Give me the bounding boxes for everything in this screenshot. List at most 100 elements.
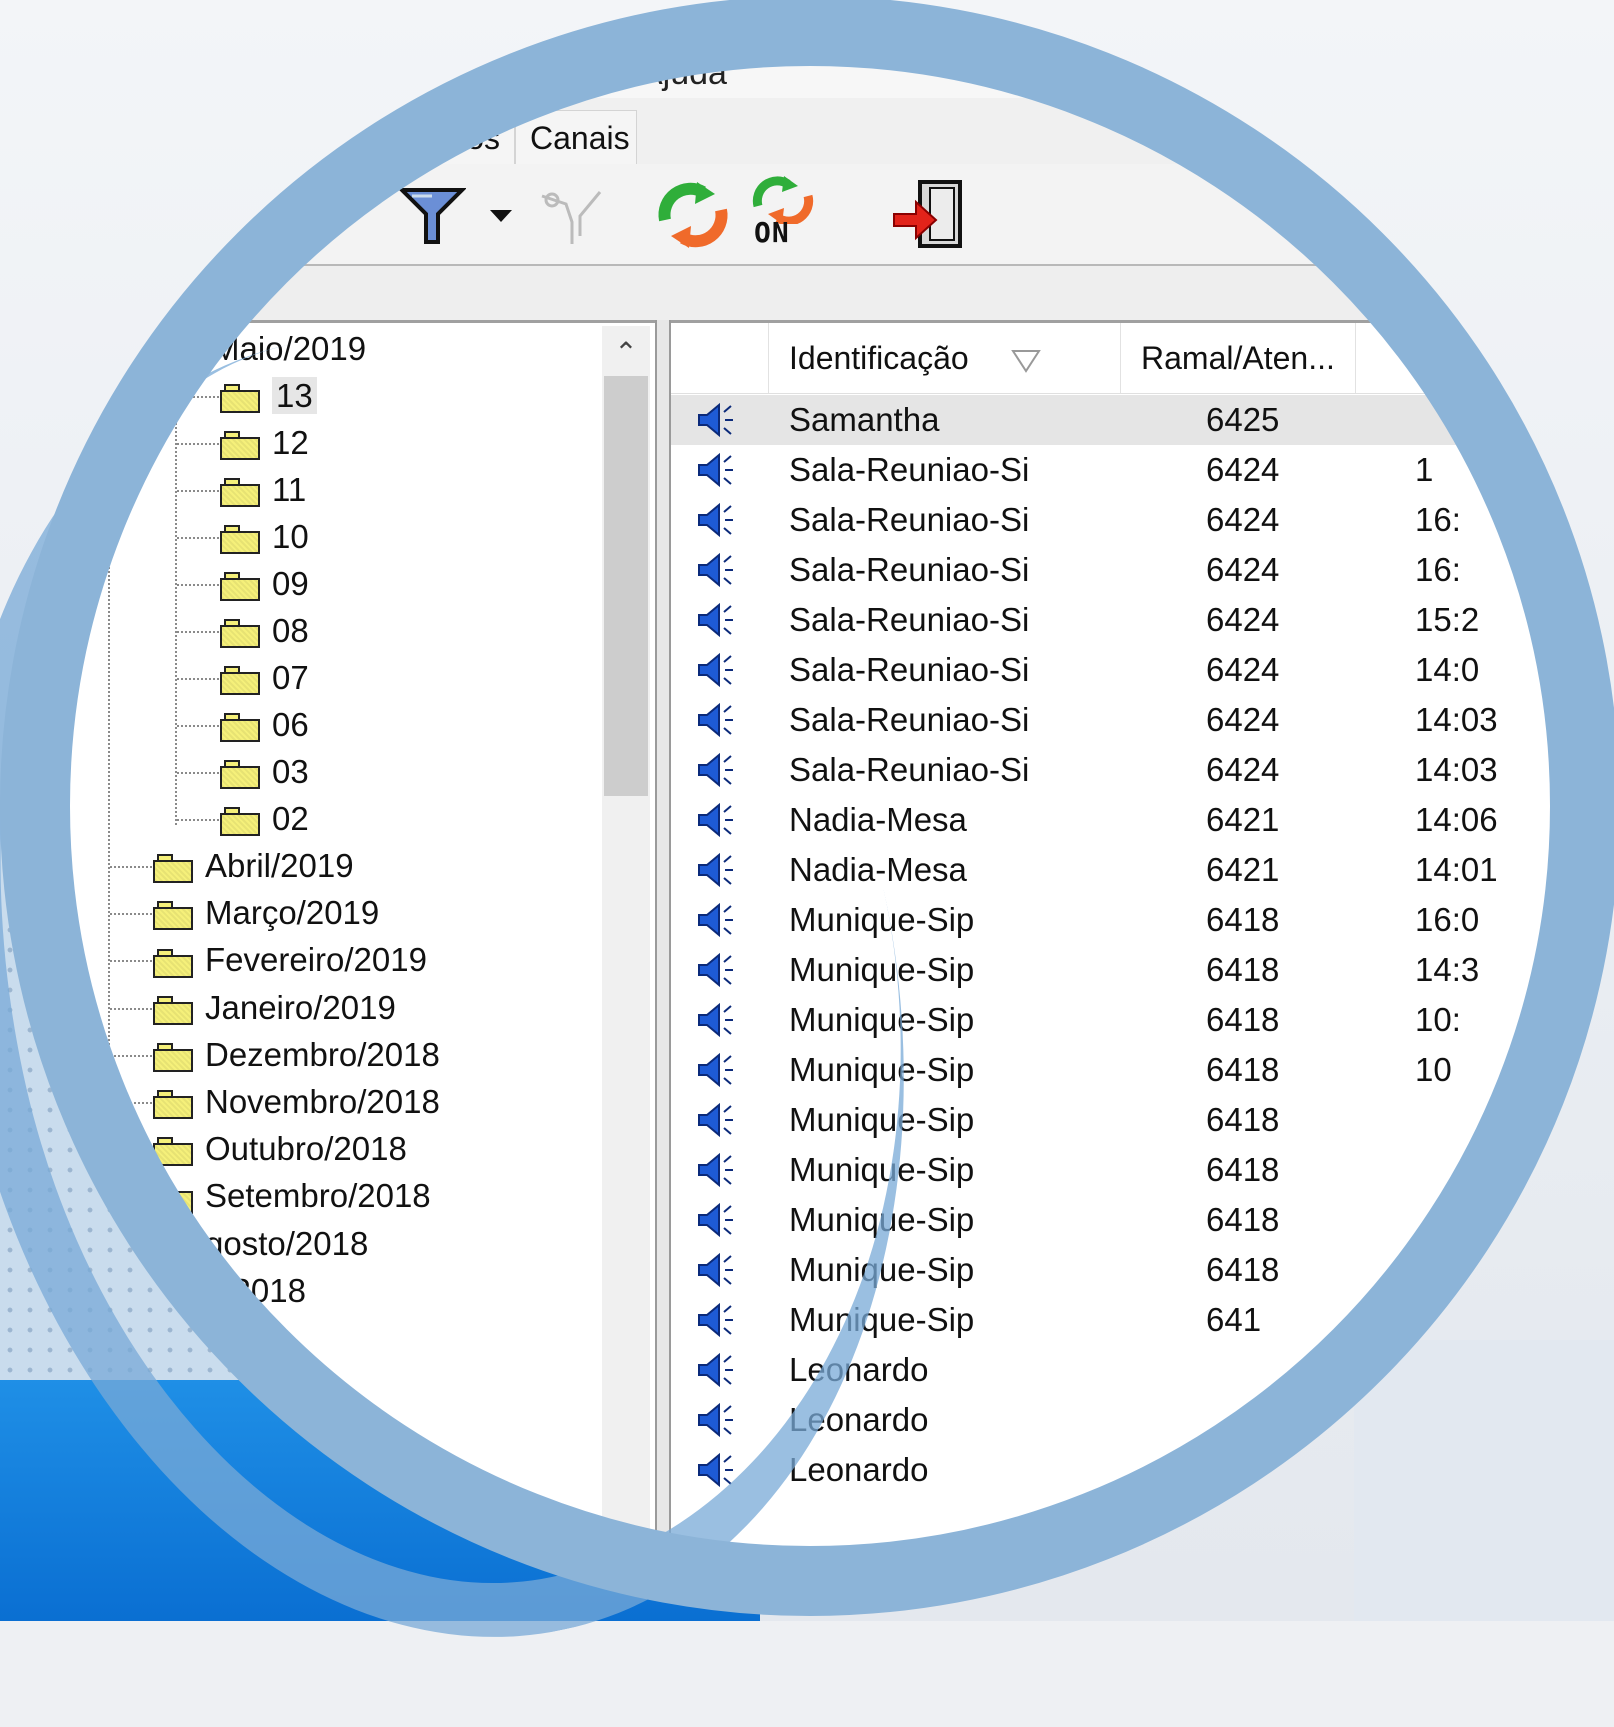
cell-identificacao: Munique-Sip bbox=[789, 951, 975, 988]
table-row[interactable]: Munique-Sip 6418 bbox=[671, 1245, 1562, 1295]
tree-day[interactable]: 02 bbox=[220, 796, 309, 842]
table-row[interactable]: Munique-Sip 6418 bbox=[671, 1095, 1562, 1145]
panel-splitter[interactable] bbox=[655, 320, 671, 1558]
cell-identificacao: Nadia-Mesa bbox=[789, 851, 967, 888]
table-row[interactable]: Sala-Reuniao-Si 6424 14:03 bbox=[671, 695, 1562, 745]
cell-identificacao: Munique-Sip bbox=[789, 901, 975, 938]
speaker-icon bbox=[698, 402, 733, 438]
table-row[interactable]: Sala-Reuniao-Si 6424 16: bbox=[671, 495, 1562, 545]
tree-day-label: 10 bbox=[272, 518, 309, 555]
filter-dropdown-icon[interactable] bbox=[488, 208, 514, 224]
tree-month[interactable]: gosto/2018 bbox=[153, 1221, 368, 1267]
exit-icon[interactable] bbox=[892, 178, 966, 250]
table-row[interactable]: Munique-Sip 6418 bbox=[671, 1195, 1562, 1245]
cell-identificacao: Sala-Reuniao-Si bbox=[789, 701, 1030, 738]
tree-month[interactable]: o/2018 bbox=[153, 1268, 306, 1314]
scroll-thumb[interactable] bbox=[604, 376, 648, 796]
tree-connector bbox=[110, 960, 152, 963]
address-strip bbox=[62, 266, 1562, 320]
table-row[interactable]: Munique-Sip 6418 14:3 bbox=[671, 945, 1562, 995]
table-row[interactable]: Sala-Reuniao-Si 6424 14:03 bbox=[671, 745, 1562, 795]
refresh-icon[interactable] bbox=[655, 180, 731, 250]
tab-canais[interactable]: Canais bbox=[515, 110, 637, 164]
folder-icon bbox=[153, 995, 193, 1025]
menu-help[interactable]: Ajuda bbox=[640, 58, 727, 93]
cell-time: 14:03 bbox=[1415, 701, 1498, 738]
table-row[interactable]: Munique-Sip 641 bbox=[671, 1295, 1562, 1345]
scroll-up-icon[interactable]: ⌃ bbox=[602, 336, 650, 376]
table-row[interactable]: Sala-Reuniao-Si 6424 1 bbox=[671, 445, 1562, 495]
table-row[interactable]: Munique-Sip 6418 bbox=[671, 1145, 1562, 1195]
tree-month[interactable]: Dezembro/2018 bbox=[153, 1032, 440, 1078]
table-row[interactable]: Nadia-Mesa 6421 14:06 bbox=[671, 795, 1562, 845]
tree-month[interactable]: Novembro/2018 bbox=[153, 1079, 440, 1125]
speaker-icon bbox=[698, 1252, 733, 1288]
cell-identificacao: Munique-Sip bbox=[789, 1051, 975, 1088]
speaker-icon bbox=[698, 802, 733, 838]
table-row[interactable]: Sala-Reuniao-Si 6424 15:2 bbox=[671, 595, 1562, 645]
column-icon[interactable] bbox=[671, 323, 769, 393]
tree-day[interactable]: 10 bbox=[220, 514, 309, 560]
tree-month[interactable]: Fevereiro/2019 bbox=[153, 937, 427, 983]
folder-icon bbox=[153, 1136, 193, 1167]
tree-day[interactable]: 12 bbox=[220, 420, 309, 466]
tree-connector bbox=[177, 725, 219, 727]
clear-filter-icon[interactable] bbox=[536, 186, 606, 250]
tree-month[interactable]: Abril/2019 bbox=[153, 843, 354, 889]
column-ramal[interactable]: Ramal/Aten... bbox=[1121, 323, 1356, 393]
cell-time: 14:3 bbox=[1415, 951, 1480, 988]
column-identificacao[interactable]: Identificação bbox=[769, 323, 1121, 393]
tree-day[interactable]: 06 bbox=[220, 702, 309, 748]
tree-day[interactable]: 08 bbox=[220, 608, 309, 654]
folder-icon bbox=[220, 571, 260, 602]
folder-icon bbox=[153, 1278, 193, 1309]
table-row[interactable]: Leonardo bbox=[671, 1345, 1562, 1395]
tree-day-label: 06 bbox=[272, 706, 309, 743]
cell-identificacao: Nadia-Mesa bbox=[789, 801, 967, 838]
tree-month[interactable]: Março/2019 bbox=[153, 890, 379, 936]
speaker-icon bbox=[698, 1002, 733, 1038]
speaker-icon bbox=[698, 1452, 733, 1488]
table-row[interactable]: Leonardo bbox=[671, 1395, 1562, 1445]
cell-ramal: 6424 bbox=[1206, 451, 1280, 488]
cell-time: 10 bbox=[1415, 1051, 1452, 1088]
tree-day[interactable]: 07 bbox=[220, 655, 309, 701]
tree-day[interactable]: 13 bbox=[220, 373, 317, 419]
tree-day[interactable]: 09 bbox=[220, 561, 309, 607]
tree-month[interactable]: Janeiro/2019 bbox=[153, 985, 396, 1031]
tree-month[interactable]: Setembro/2018 bbox=[153, 1173, 431, 1219]
tree-day-label: 08 bbox=[272, 612, 309, 649]
table-row[interactable]: Leonardo bbox=[671, 1445, 1562, 1495]
tree-connector bbox=[110, 866, 152, 868]
auto-refresh-on-button[interactable]: ON bbox=[750, 176, 820, 260]
tree-month[interactable]: Maio/2019 bbox=[212, 326, 366, 372]
cell-ramal: 6421 bbox=[1206, 851, 1280, 888]
cell-ramal: 6418 bbox=[1206, 1001, 1280, 1038]
tab-registros[interactable]: ros bbox=[420, 110, 515, 164]
tree-day[interactable]: 03 bbox=[220, 749, 309, 795]
tree-scrollbar[interactable]: ⌃ bbox=[602, 326, 650, 1558]
tree-connector bbox=[110, 1102, 152, 1104]
table-row[interactable]: Munique-Sip 6418 10 bbox=[671, 1045, 1562, 1095]
folder-icon bbox=[153, 1089, 193, 1120]
table-row[interactable]: Munique-Sip 6418 10: bbox=[671, 995, 1562, 1045]
tree-month-label: o/2018 bbox=[205, 1271, 306, 1309]
tree-connector bbox=[110, 1243, 152, 1246]
tree-month[interactable]: /2018 bbox=[153, 1315, 288, 1361]
table-row[interactable]: Samantha 6425 bbox=[671, 395, 1562, 445]
speaker-icon bbox=[698, 1402, 733, 1438]
folder-icon bbox=[220, 759, 260, 790]
magnifier-lens: Ajuda ros Canais ON Maio/2019 13 12 11 1… bbox=[62, 58, 1562, 1558]
cell-ramal: 6421 bbox=[1206, 801, 1280, 838]
table-row[interactable]: Munique-Sip 6418 16:0 bbox=[671, 895, 1562, 945]
tree-day[interactable]: 11 bbox=[220, 467, 306, 513]
cell-ramal: 6424 bbox=[1206, 501, 1280, 538]
cell-time: 10: bbox=[1415, 1001, 1461, 1038]
column-identificacao-label: Identificação bbox=[789, 340, 969, 376]
table-row[interactable]: Sala-Reuniao-Si 6424 14:0 bbox=[671, 645, 1562, 695]
table-row[interactable]: Nadia-Mesa 6421 14:01 bbox=[671, 845, 1562, 895]
cell-identificacao: Munique-Sip bbox=[789, 1151, 975, 1188]
tree-month[interactable]: Outubro/2018 bbox=[153, 1126, 407, 1172]
filter-icon[interactable] bbox=[398, 184, 466, 246]
table-row[interactable]: Sala-Reuniao-Si 6424 16: bbox=[671, 545, 1562, 595]
